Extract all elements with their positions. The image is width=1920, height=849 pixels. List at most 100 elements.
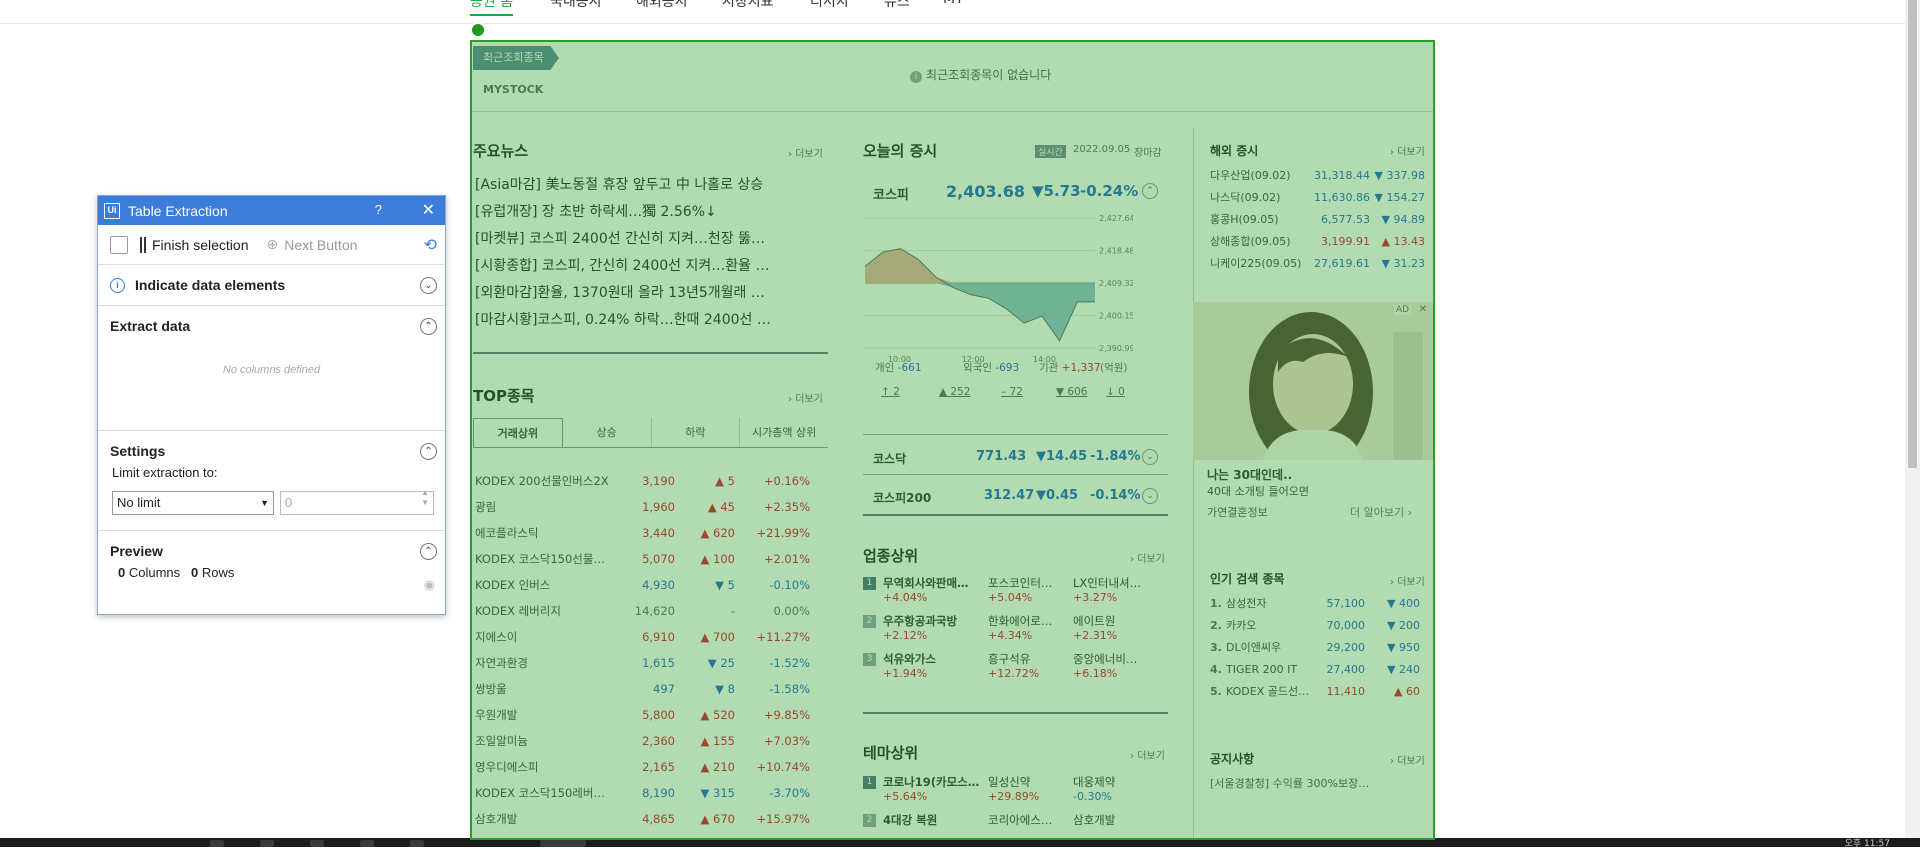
news-item[interactable]: [마켓뷰] 코스피 2400선 간신히 지켜…천장 뚫…	[475, 226, 830, 253]
stock-name[interactable]: KODEX 200선물인버스2X	[475, 473, 615, 489]
table-row[interactable]: 에코플라스틱 3,440 ▲ 620 +21.99%	[475, 520, 830, 546]
chevron-up-icon[interactable]: ⌃	[420, 443, 437, 460]
nav-indicators[interactable]: 시장지표	[722, 0, 774, 11]
group-name[interactable]: 에이트원	[1073, 613, 1158, 629]
list-item[interactable]: 홍콩H(09.05) 6,577.53 ▼ 94.89	[1210, 208, 1435, 230]
group-name[interactable]: 중앙에너비…	[1073, 651, 1158, 667]
group-name[interactable]: 일성신약	[988, 774, 1073, 790]
group-name[interactable]: 대웅제약	[1073, 774, 1158, 790]
tab-volume[interactable]: 거래상위	[473, 418, 563, 447]
scrollbar-thumb[interactable]	[1908, 0, 1917, 468]
notice-more-link[interactable]: › 더보기	[1390, 752, 1425, 767]
limit-number-stepper[interactable]: 0 ▲ ▼	[280, 488, 434, 515]
group-name[interactable]: 한화에어로…	[988, 613, 1073, 629]
popular-stock[interactable]: 1. 삼성전자	[1210, 595, 1310, 611]
popular-stock[interactable]: 4. TIGER 200 IT	[1210, 663, 1310, 676]
table-row[interactable]: KODEX 코스닥150선물… 5,070 ▲ 100 +2.01%	[475, 546, 830, 572]
tab-market-cap[interactable]: 시가총액 상위	[740, 418, 828, 447]
table-row[interactable]: 영우디에스피 2,165 ▲ 210 +10.74%	[475, 754, 830, 780]
kosdaq-expand-chevron-down-icon[interactable]: ⌄	[1142, 449, 1158, 465]
list-item[interactable]: 니케이225(09.05) 27,619.61 ▼ 31.23	[1210, 252, 1435, 274]
stock-name[interactable]: 영우디에스피	[475, 759, 615, 775]
taskbar-app-icon[interactable]	[410, 840, 424, 847]
index-name[interactable]: 홍콩H(09.05)	[1210, 211, 1308, 227]
popular-more-link[interactable]: › 더보기	[1390, 573, 1425, 588]
table-row[interactable]: 지에스이 6,910 ▲ 700 +11.27%	[475, 624, 830, 650]
table-row[interactable]: KODEX 인버스 4,930 ▼ 5 -0.10%	[475, 572, 830, 598]
ad-close-icon[interactable]: ✕	[1419, 304, 1427, 315]
rise-count[interactable]: ▲ 252	[939, 386, 970, 398]
group-name[interactable]: 흥구석유	[988, 651, 1073, 667]
list-item[interactable]: 2. 카카오 70,000 ▼ 200	[1210, 614, 1432, 636]
list-item[interactable]: 나스닥(09.02) 11,630.86 ▼ 154.27	[1210, 186, 1435, 208]
list-item[interactable]: 1 코로나19(카모스… +5.64% 일성신약 +29.89% 대웅제약 -0.30%	[863, 774, 1163, 812]
ad-headline[interactable]: 나는 30대인데..	[1207, 466, 1292, 483]
stock-name[interactable]: 우원개발	[475, 707, 615, 723]
news-item[interactable]: [시황종합] 코스피, 간신히 2400선 지켜…환율 …	[475, 253, 830, 280]
stock-name[interactable]: KODEX 레버리지	[475, 603, 615, 619]
list-item[interactable]: 2 우주항공과국방 +2.12% 한화에어로… +4.34% 에이트원 +2.31%	[863, 613, 1163, 651]
kospi-collapse-chevron-up-icon[interactable]: ⌃	[1142, 183, 1158, 199]
table-row[interactable]: 우원개발 5,800 ▲ 520 +9.85%	[475, 702, 830, 728]
indicate-section[interactable]: i Indicate data elements ⌄	[98, 265, 445, 306]
popular-stock[interactable]: 2. 카카오	[1210, 617, 1310, 633]
chevron-down-icon[interactable]: ⌄	[420, 277, 437, 294]
theme-more-link[interactable]: › 더보기	[1130, 747, 1165, 762]
tab-rise[interactable]: 상승	[563, 418, 652, 447]
index-name[interactable]: 다우산업(09.02)	[1210, 167, 1308, 183]
kospi200-expand-chevron-down-icon[interactable]: ⌄	[1142, 488, 1158, 504]
refresh-icon[interactable]: ⟲	[424, 235, 437, 255]
news-item[interactable]: [마감시황]코스피, 0.24% 하락…한때 2400선 …	[475, 307, 830, 334]
close-icon[interactable]: ✕	[422, 200, 435, 220]
eye-icon[interactable]: ◉	[424, 577, 435, 593]
ad-more-link[interactable]: 더 알아보기 ›	[1350, 504, 1412, 520]
tab-recent-stocks[interactable]: 최근조회종목	[473, 46, 559, 70]
nav-overseas[interactable]: 해외증시	[636, 0, 688, 11]
nav-news[interactable]: 뉴스	[884, 0, 910, 11]
news-item[interactable]: [Asia마감] 美노동절 휴장 앞두고 中 나홀로 상승	[475, 172, 830, 199]
extract-data-header[interactable]: Extract data	[98, 306, 445, 346]
same-count[interactable]: – 72	[1001, 386, 1023, 398]
table-row[interactable]: 쌍방울 497 ▼ 8 -1.58%	[475, 676, 830, 702]
tab-fall[interactable]: 하락	[652, 418, 741, 447]
list-item[interactable]: 1. 삼성전자 57,100 ▼ 400	[1210, 592, 1432, 614]
stock-name[interactable]: KODEX 코스닥150레버…	[475, 785, 615, 801]
lower-limit-count[interactable]: ↓ 0	[1106, 386, 1125, 398]
list-item[interactable]: 2 4대강 복원 코리아에스… 삼호개발	[863, 812, 1163, 838]
stock-name[interactable]: KODEX 코스닥150선물…	[475, 551, 615, 567]
table-row[interactable]: 광림 1,960 ▲ 45 +2.35%	[475, 494, 830, 520]
sector-more-link[interactable]: › 더보기	[1130, 550, 1165, 565]
fall-count[interactable]: ▼ 606	[1056, 386, 1087, 398]
upper-limit-count[interactable]: ↑ 2	[881, 386, 900, 398]
index-name[interactable]: 니케이225(09.05)	[1210, 255, 1308, 271]
stock-name[interactable]: 에코플라스틱	[475, 525, 615, 541]
stock-name[interactable]: 삼호개발	[475, 811, 615, 827]
taskbar-app-icon[interactable]	[310, 840, 324, 847]
dialog-titlebar[interactable]: Ui Table Extraction ? ✕	[98, 196, 445, 225]
list-item[interactable]: 1 무역회사와판매… +4.04% 포스코인터… +5.04% LX인터내셔… +3.27%	[863, 575, 1163, 613]
table-row[interactable]: KODEX 레버리지 14,620 - 0.00%	[475, 598, 830, 624]
group-name[interactable]: LX인터내셔…	[1073, 575, 1158, 591]
advertisement-banner[interactable]: AD ✕	[1193, 302, 1433, 460]
stock-name[interactable]: 광림	[475, 499, 615, 515]
group-name[interactable]: 삼호개발	[1073, 812, 1158, 828]
tab-mystock[interactable]: MYSTOCK	[473, 78, 553, 102]
kospi-label[interactable]: 코스피	[873, 184, 909, 203]
chevron-up-icon[interactable]: ⌃	[420, 543, 437, 560]
index-name[interactable]: 나스닥(09.02)	[1210, 189, 1308, 205]
stock-name[interactable]: 지에스이	[475, 629, 615, 645]
table-row[interactable]: 삼호개발 4,865 ▲ 670 +15.97%	[475, 806, 830, 832]
list-item[interactable]: 5. KODEX 골드선… 11,410 ▲ 60	[1210, 680, 1432, 702]
news-more-link[interactable]: › 더보기	[788, 145, 823, 160]
index-name[interactable]: 상해종합(09.05)	[1210, 233, 1308, 249]
help-icon[interactable]: ?	[375, 202, 382, 217]
list-item[interactable]: 4. TIGER 200 IT 27,400 ▼ 240	[1210, 658, 1432, 680]
kosdaq-label[interactable]: 코스닥	[873, 450, 906, 467]
nav-my[interactable]: MY	[943, 0, 964, 7]
nav-domestic[interactable]: 국내증시	[550, 0, 602, 11]
save-icon[interactable]	[110, 235, 128, 254]
taskbar-app-icon[interactable]	[210, 840, 224, 847]
notice-item[interactable]: [서울경찰청] 수익률 300%보장…	[1210, 775, 1369, 791]
nav-home[interactable]: 증권 홈	[470, 0, 514, 16]
stock-name[interactable]: 조일알미늄	[475, 733, 615, 749]
